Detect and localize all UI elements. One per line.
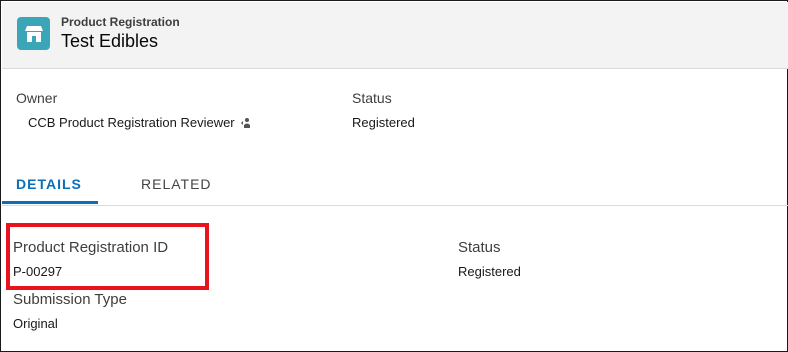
owner-label: Owner: [16, 90, 58, 106]
owner-value-row: CCB Product Registration Reviewer: [16, 115, 252, 130]
details-status-label: Status: [458, 239, 501, 256]
change-owner-icon[interactable]: [240, 117, 252, 129]
submission-type-field: Submission Type Original: [13, 291, 127, 331]
highlight-status-value: Registered: [352, 115, 415, 130]
highlight-status-field: Status Registered: [352, 90, 415, 130]
owner-link[interactable]: CCB Product Registration Reviewer: [28, 115, 235, 130]
details-status-field: Status Registered: [458, 239, 521, 279]
tab-details[interactable]: DETAILS: [16, 176, 82, 192]
submission-type-label: Submission Type: [13, 291, 127, 308]
highlight-status-label: Status: [352, 90, 392, 106]
tab-related[interactable]: RELATED: [141, 176, 212, 192]
tab-bar: DETAILS RELATED: [2, 165, 788, 206]
record-title: Test Edibles: [61, 31, 159, 51]
details-status-value: Registered: [458, 264, 521, 279]
record-header: Product Registration Test Edibles: [2, 2, 788, 69]
submission-type-value: Original: [13, 316, 58, 331]
highlight-annotation-box: [6, 223, 209, 290]
active-tab-indicator: [2, 201, 98, 204]
owner-field: Owner CCB Product Registration Reviewer: [16, 90, 252, 130]
object-type-label: Product Registration: [61, 15, 180, 29]
shop-icon: [17, 17, 50, 50]
record-page: Product Registration Test Edibles Owner …: [0, 0, 788, 352]
